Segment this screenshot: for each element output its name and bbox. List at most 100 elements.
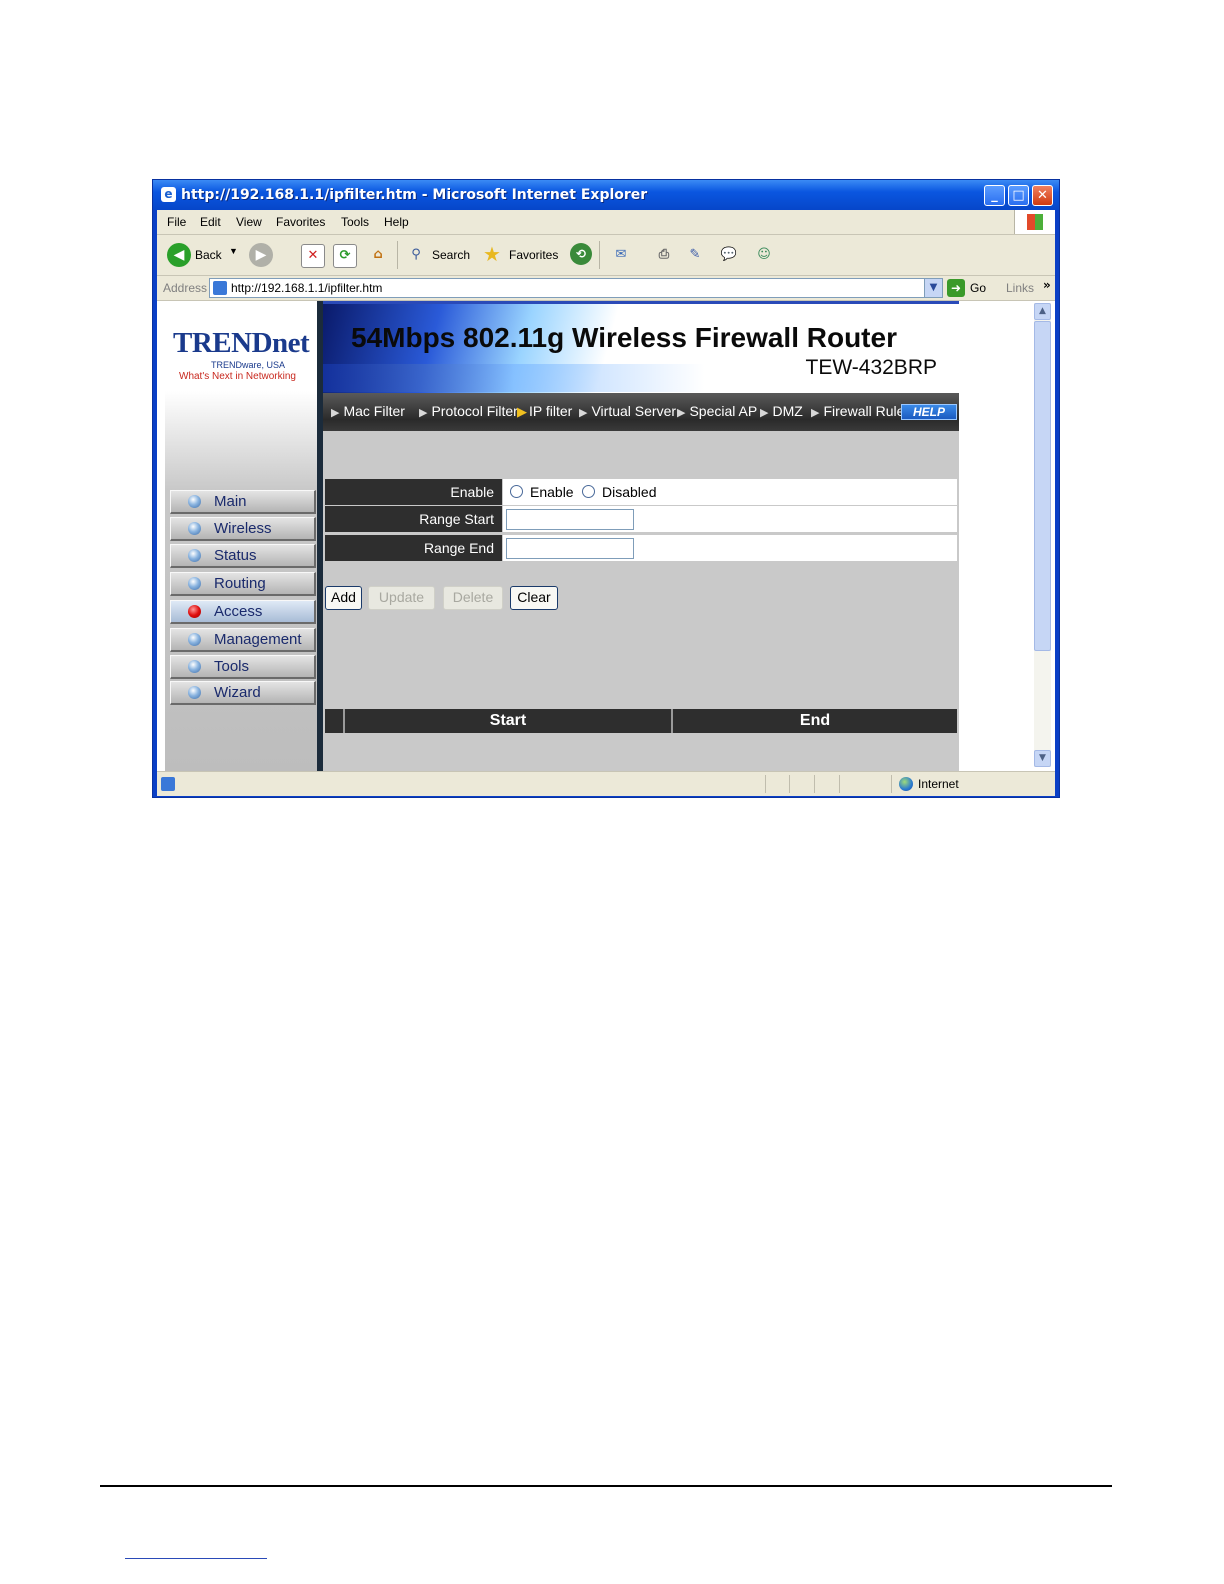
range-start-row: Range Start [325,506,957,532]
scroll-down-icon[interactable]: ▼ [1034,750,1051,767]
print-icon[interactable]: ⎙ [653,244,675,266]
address-input[interactable]: http://192.168.1.1/ipfilter.htm ▼ [209,278,943,298]
address-bar: Address http://192.168.1.1/ipfilter.htm … [157,276,1055,301]
windows-logo [1014,210,1055,234]
search-icon[interactable]: ⚲ [405,244,427,266]
toolbar-separator [599,241,600,269]
vertical-scrollbar[interactable]: ▲ ▼ [1034,303,1051,767]
back-label[interactable]: Back [195,248,222,262]
nav-management[interactable]: Management [170,628,316,652]
subnav-firewall-rule[interactable]: ▶ Firewall Rule [811,403,904,419]
security-zone: Internet [918,777,959,791]
update-button[interactable]: Update [368,586,435,610]
history-icon[interactable]: ⟲ [570,243,592,265]
subnav-ip-filter[interactable]: ▶ IP filter [517,403,572,420]
nav-routing[interactable]: Routing [170,572,316,596]
search-label[interactable]: Search [432,248,470,262]
range-end-value [503,535,957,561]
menu-tools[interactable]: Tools [341,215,369,229]
links-label[interactable]: Links [1006,281,1034,295]
menu-edit[interactable]: Edit [200,215,221,229]
status-divider [814,775,815,793]
stop-icon[interactable]: ✕ [301,244,325,268]
nav-label: Tools [214,658,250,675]
footer-link-underline[interactable] [125,1558,267,1559]
close-button[interactable]: ✕ [1032,185,1053,206]
radio-enable-label[interactable]: Enable [530,484,574,500]
enable-row: Enable Enable Disabled [325,479,957,505]
nav-status[interactable]: Status [170,544,316,568]
logo-tagline: What's Next in Networking [179,371,296,382]
page-rule [100,1485,1112,1487]
forward-arrow-icon[interactable]: ▶ [249,243,273,267]
title-bar[interactable]: e http://192.168.1.1/ipfilter.htm - Micr… [153,180,1059,210]
delete-button[interactable]: Delete [443,586,503,610]
table-header-select [325,709,345,733]
mail-icon[interactable]: ✉ [610,244,632,266]
subnav-protocol-filter[interactable]: ▶ Protocol Filter [419,403,518,419]
nav-wizard[interactable]: Wizard [170,681,316,705]
menu-help[interactable]: Help [384,215,409,229]
range-end-input[interactable] [506,538,634,559]
messenger-icon[interactable]: ☺ [753,244,775,266]
nav-tools[interactable]: Tools [170,655,316,679]
nav-label: Main [214,493,247,510]
nav-bullet-icon [188,686,201,699]
internet-zone-icon [899,777,913,791]
window-title: http://192.168.1.1/ipfilter.htm - Micros… [181,187,648,203]
nav-main[interactable]: Main [170,490,316,514]
refresh-icon[interactable]: ⟳ [333,244,357,268]
favorites-label[interactable]: Favorites [509,248,558,262]
menu-file[interactable]: File [167,215,186,229]
nav-label: Management [214,631,302,648]
nav-wireless[interactable]: Wireless [170,517,316,541]
subnav-mac-filter[interactable]: ▶ Mac Filter [331,403,405,419]
edit-icon[interactable]: ✎ [684,244,706,266]
address-url[interactable]: http://192.168.1.1/ipfilter.htm [231,281,382,295]
home-icon[interactable]: ⌂ [367,244,389,266]
discuss-icon[interactable]: 💬 [718,244,740,266]
clear-button[interactable]: Clear [510,586,558,610]
go-arrow-icon[interactable]: ➜ [947,279,965,297]
radio-disabled[interactable] [582,485,595,498]
menu-view[interactable]: View [236,215,262,229]
go-button[interactable]: Go [970,281,986,295]
toolbar-separator [397,241,398,269]
back-arrow-icon[interactable]: ◀ [167,243,191,267]
subnav-virtual-server[interactable]: ▶ Virtual Server [579,403,676,419]
favorites-star-icon[interactable]: ★ [481,243,503,265]
trendnet-logo: TRENDnet [173,327,310,359]
menu-favorites[interactable]: Favorites [276,215,325,229]
address-label: Address [163,281,208,295]
add-button[interactable]: Add [325,586,362,610]
page-icon [213,281,227,295]
nav-access[interactable]: Access [170,600,316,624]
ie-page-icon: e [161,187,176,202]
status-divider [789,775,790,793]
minimize-button[interactable]: _ [984,185,1005,206]
help-button[interactable]: HELP [901,404,957,420]
radio-disabled-label[interactable]: Disabled [602,484,656,500]
address-dropdown-icon[interactable]: ▼ [924,279,942,297]
subnav-special-ap[interactable]: ▶ Special AP [677,403,757,419]
range-end-row: Range End [325,535,957,561]
table-header-start: Start [345,709,673,733]
range-start-value [503,506,957,532]
table-header-end: End [799,712,831,729]
subnav-dmz[interactable]: ▶ DMZ [760,403,803,419]
range-start-input[interactable] [506,509,634,530]
scroll-thumb[interactable] [1034,321,1051,651]
toolbar: ◀ Back ▼ ▶ ✕ ⟳ ⌂ ⚲ Search ★ Favorites ⟲ … [157,235,1055,276]
router-banner: 54Mbps 802.11g Wireless Firewall Router … [323,301,959,393]
radio-enable[interactable] [510,485,523,498]
scroll-up-icon[interactable]: ▲ [1034,303,1051,320]
router-sidebar: TRENDnet TRENDware, USA What's Next in N… [165,301,317,771]
banner-title: 54Mbps 802.11g Wireless Firewall Router [351,322,897,353]
status-divider [839,775,840,793]
maximize-button[interactable]: □ [1008,185,1029,206]
nav-label: Status [214,547,257,564]
access-subnav: ▶ Mac Filter ▶ Protocol Filter ▶ IP filter … [323,393,959,431]
back-dropdown-icon[interactable]: ▼ [229,246,238,256]
links-chevron-icon[interactable]: » [1043,278,1051,292]
nav-label: Wizard [214,684,261,701]
